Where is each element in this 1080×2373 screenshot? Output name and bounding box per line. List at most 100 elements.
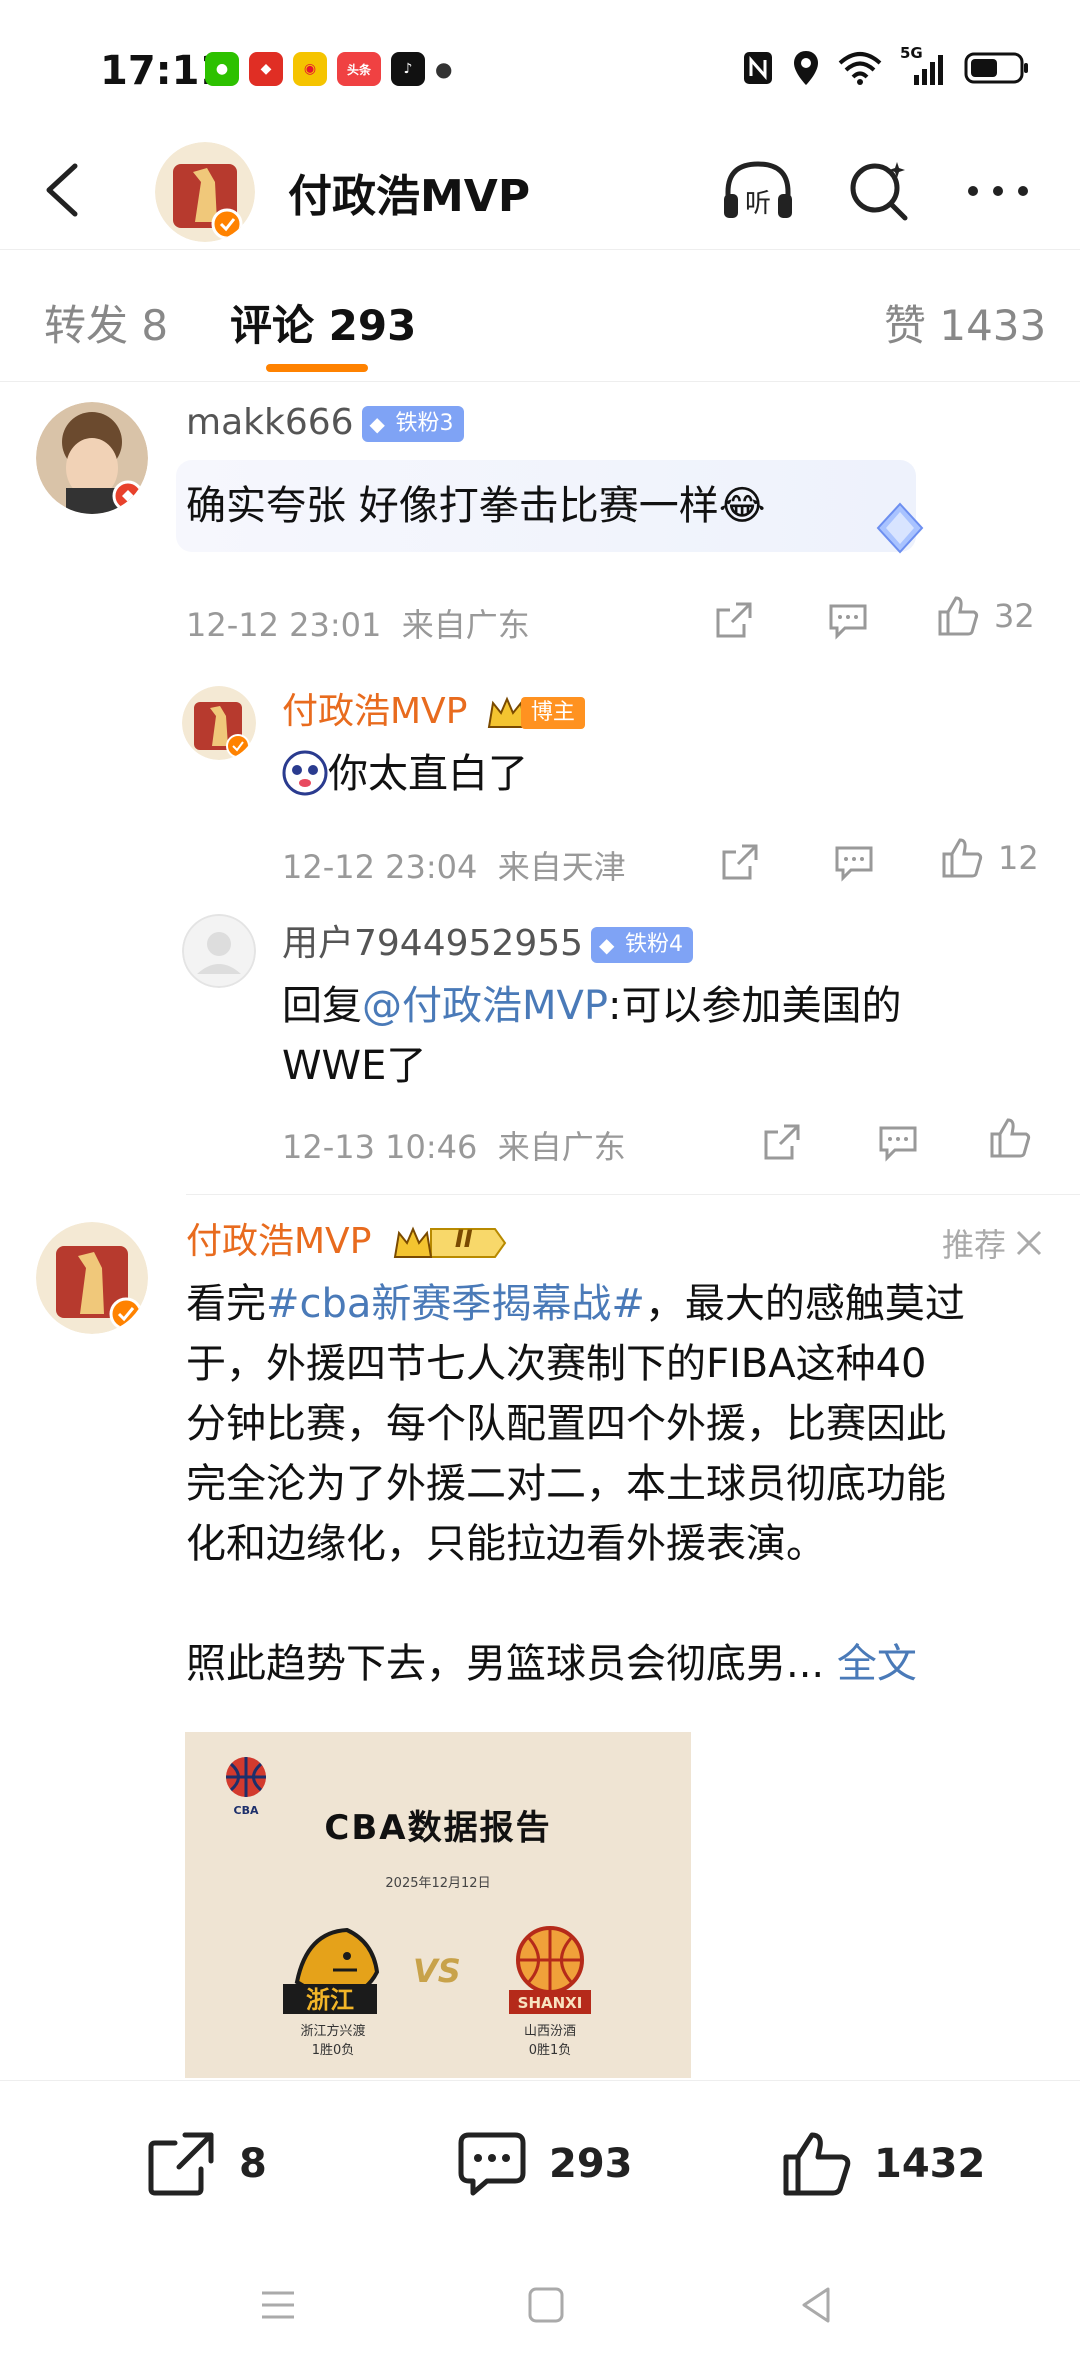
post-author-name-text[interactable]: 付政浩MVP xyxy=(186,1221,371,1262)
comment-icon xyxy=(458,2132,526,2196)
header: 付政浩MVP 听 xyxy=(0,130,1080,250)
post-line1-suffix: ，最大的感触莫过 xyxy=(644,1281,965,1327)
blogger-name[interactable]: 付政浩MVP 博主 xyxy=(282,682,615,734)
signal-icon: 5G xyxy=(900,44,946,88)
reply-location: 来自天津 xyxy=(497,848,626,886)
reply-text-line1: :可以参加美国的 xyxy=(608,983,902,1029)
reply-text: 你太直白了 xyxy=(328,751,528,797)
listen-button[interactable]: 听 xyxy=(718,156,798,226)
reply-button[interactable] xyxy=(824,596,872,644)
tab-likes[interactable]: 赞 1433 xyxy=(884,292,1046,353)
repost-count: 8 xyxy=(239,2141,267,2187)
reply-button[interactable] xyxy=(830,838,878,886)
user-name[interactable]: 用户7944952955铁粉4 xyxy=(282,914,694,966)
team2-name: 山西汾酒 xyxy=(523,2024,576,2039)
full-text-link[interactable]: 全文 xyxy=(837,1641,917,1687)
mention-link[interactable]: @付政浩MVP xyxy=(362,983,608,1029)
thumbs-up-icon xyxy=(990,1118,1031,1158)
like-button[interactable] xyxy=(986,1114,1034,1162)
rank-badge: II xyxy=(391,1223,509,1263)
blogger-avatar[interactable] xyxy=(182,686,256,760)
comment-location: 来自广东 xyxy=(401,606,530,644)
team1-info: 浙江方兴渡 1胜0负 xyxy=(273,2020,393,2058)
team2-info: 山西汾酒 0胜1负 xyxy=(490,2020,610,2058)
tab-indicator xyxy=(266,364,368,372)
comment-button[interactable]: 293 xyxy=(455,2129,633,2199)
post-author-avatar[interactable] xyxy=(36,1222,148,1334)
like-count: 32 xyxy=(994,597,1035,635)
pinduoduo-icon: ◆ xyxy=(249,52,283,86)
team1-name: 浙江方兴渡 xyxy=(300,2024,366,2039)
team1-logo: 浙江 xyxy=(277,1922,387,2018)
tab-reposts[interactable]: 转发 8 xyxy=(44,292,168,353)
team1-record: 1胜0负 xyxy=(311,2043,355,2058)
share-button[interactable] xyxy=(716,838,764,886)
like-count: 12 xyxy=(998,839,1039,877)
nav-back-button[interactable] xyxy=(786,2280,846,2330)
user-avatar[interactable] xyxy=(182,914,256,988)
fan-badge: 铁粉4 xyxy=(591,927,694,963)
team2-record: 0胜1负 xyxy=(528,2043,572,2058)
fan-badge: 铁粉3 xyxy=(361,406,464,442)
profile-avatar[interactable] xyxy=(155,142,255,242)
recommend-dismiss[interactable]: 推荐 xyxy=(942,1220,1044,1266)
reply-meta: 12-12 23:04 来自天津 xyxy=(282,842,626,888)
report-image[interactable]: CBA CBA数据报告 2025年12月12日 浙江 VS SHANXI 浙江方… xyxy=(185,1732,691,2078)
post-author-name[interactable]: 付政浩MVP II xyxy=(186,1212,509,1264)
hashtag-link[interactable]: #cba新赛季揭幕战# xyxy=(266,1281,645,1327)
back-triangle-icon xyxy=(802,2287,830,2323)
blogger-badge: 博主 xyxy=(485,693,615,733)
post-line: 化和边缘化，只能拉边看外援表演。 xyxy=(186,1521,826,1567)
thumbs-up-icon xyxy=(942,838,983,878)
vs-label: VS xyxy=(413,1952,461,1990)
like-button[interactable]: 12 xyxy=(940,834,1039,882)
recommend-label: 推荐 xyxy=(941,1226,1006,1264)
share-icon xyxy=(764,1124,800,1160)
commenter-name[interactable]: makk666铁粉3 xyxy=(186,402,464,443)
search-button[interactable] xyxy=(840,156,920,226)
share-button[interactable] xyxy=(758,1118,806,1166)
tab-comments[interactable]: 评论 293 xyxy=(230,292,416,353)
reply-meta: 12-13 10:46 来自广东 xyxy=(282,1122,626,1168)
diamond-decoration-icon xyxy=(870,498,924,554)
post-last-line: 照此趋势下去，男篮球员会彻底男... xyxy=(186,1641,825,1687)
like-button[interactable]: 1432 xyxy=(780,2129,985,2199)
blogger-name-text[interactable]: 付政浩MVP xyxy=(282,691,467,732)
post-line: 分钟比赛，每个队配置四个外援，比赛因此 xyxy=(186,1401,946,1447)
back-button[interactable] xyxy=(35,158,95,222)
recent-apps-button[interactable] xyxy=(248,2280,308,2330)
team2-logo-text: SHANXI xyxy=(518,1994,583,2012)
tab-bar: 转发 8 评论 293 赞 1433 xyxy=(0,252,1080,382)
user-name-text[interactable]: 用户7944952955 xyxy=(282,923,583,964)
reply-time: 12-12 23:04 xyxy=(282,848,478,886)
more-button[interactable] xyxy=(958,156,1038,226)
reply-prefix: 回复 xyxy=(282,983,362,1029)
wifi-icon xyxy=(838,48,882,88)
status-indicators: 5G xyxy=(742,44,1030,88)
repost-button[interactable]: 8 xyxy=(145,2129,267,2199)
post-line: 于，外援四节七人次赛制下的FIBA这种40 xyxy=(186,1341,927,1387)
network-type: 5G xyxy=(900,44,923,62)
home-button[interactable] xyxy=(516,2280,576,2330)
tiktok-icon: ♪ xyxy=(391,52,425,86)
like-count: 1432 xyxy=(874,2141,986,2187)
home-icon xyxy=(528,2287,564,2323)
commenter-name-text[interactable]: makk666 xyxy=(186,402,354,443)
headphone-icon: 听 xyxy=(724,161,792,219)
wechat-icon: ● xyxy=(205,52,239,86)
reply-item: 付政浩MVP 博主 你太直白了 12-12 23:04 来自天津 12 xyxy=(0,680,1080,886)
comment-icon xyxy=(835,846,873,882)
commenter-avatar[interactable] xyxy=(36,402,148,514)
thumbs-up-icon xyxy=(783,2132,851,2196)
more-notifications-icon: ● xyxy=(435,57,453,81)
post-line: 看完#cba新赛季揭幕战#，最大的感触莫过 xyxy=(186,1274,1066,1334)
team2-logo: SHANXI xyxy=(505,1922,595,2018)
like-button[interactable]: 32 xyxy=(936,592,1035,640)
share-icon xyxy=(722,844,758,880)
emoji-icon xyxy=(282,750,328,796)
report-date: 2025年12月12日 xyxy=(385,1876,491,1891)
close-icon xyxy=(1016,1230,1042,1256)
share-button[interactable] xyxy=(710,596,758,644)
reply-button[interactable] xyxy=(874,1118,922,1166)
post-body: 看完#cba新赛季揭幕战#，最大的感触莫过 于，外援四节七人次赛制下的FIBA这… xyxy=(186,1274,1066,1694)
